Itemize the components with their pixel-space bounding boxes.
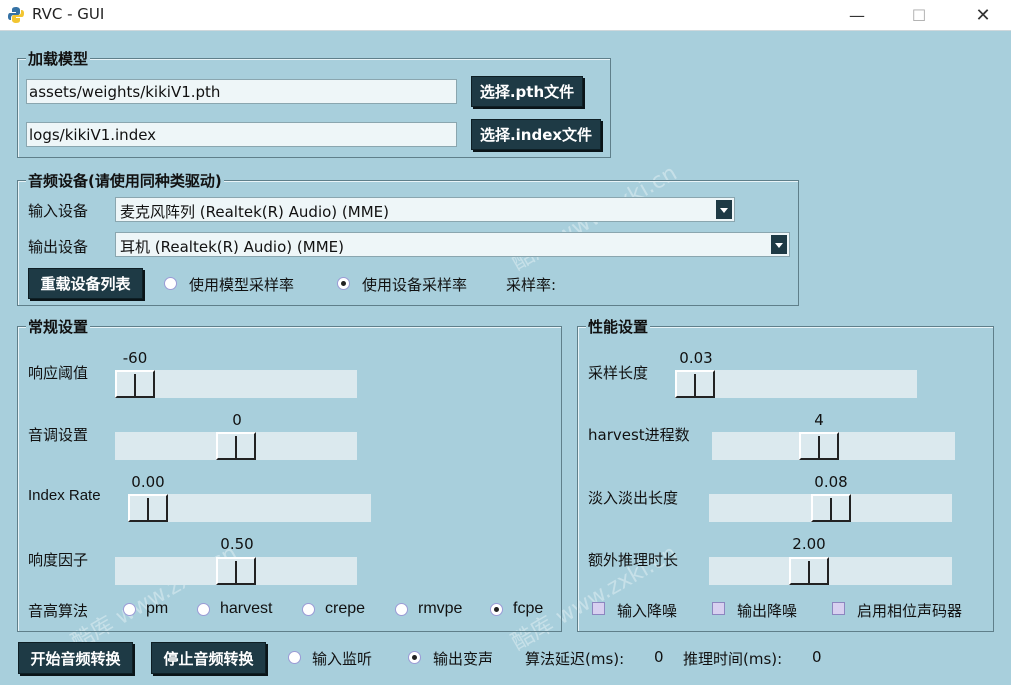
slider-handle[interactable] xyxy=(216,432,256,460)
performance-settings-legend: 性能设置 xyxy=(586,316,651,337)
block-time-value: 0.03 xyxy=(679,349,713,367)
slider-handle[interactable] xyxy=(216,557,256,585)
output-device-select[interactable]: 耳机 (Realtek(R) Audio) (MME) xyxy=(115,232,790,257)
chevron-down-icon[interactable] xyxy=(716,200,732,219)
block-time-slider[interactable] xyxy=(675,370,917,398)
index-path-input[interactable]: logs/kikiV1.index xyxy=(26,122,457,147)
use-model-sr-radio[interactable] xyxy=(164,277,177,290)
load-model-legend: 加载模型 xyxy=(26,48,91,69)
slider-handle[interactable] xyxy=(799,432,839,460)
pitch-value: 0 xyxy=(232,411,242,429)
crossfade-value: 0.08 xyxy=(814,473,848,491)
threshold-slider[interactable] xyxy=(115,370,357,398)
pitch-slider[interactable] xyxy=(115,432,357,460)
use-model-sr-label: 使用模型采样率 xyxy=(189,276,295,294)
infer-time-value: 0 xyxy=(812,648,822,666)
output-denoise-label: 输出降噪 xyxy=(737,602,798,620)
algo-harvest-radio[interactable] xyxy=(197,603,210,616)
title-bar: RVC - GUI — ☐ ✕ xyxy=(0,0,1011,31)
maximize-icon: ☐ xyxy=(911,5,927,25)
output-denoise-checkbox[interactable] xyxy=(712,602,725,615)
output-voice-radio[interactable] xyxy=(408,651,421,664)
extra-time-slider[interactable] xyxy=(709,557,952,585)
algo-rmvpe-radio[interactable] xyxy=(395,603,408,616)
pitch-label: 音调设置 xyxy=(28,426,89,444)
harvest-procs-slider[interactable] xyxy=(712,432,955,460)
index-rate-slider[interactable] xyxy=(128,494,371,522)
start-conversion-button[interactable]: 开始音频转换 xyxy=(18,642,133,674)
sample-rate-label: 采样率: xyxy=(506,276,557,294)
block-time-label: 采样长度 xyxy=(588,364,649,382)
phase-vocoder-checkbox[interactable] xyxy=(832,602,845,615)
output-device-label: 输出设备 xyxy=(28,238,89,256)
minimize-button[interactable]: — xyxy=(834,0,880,30)
algo-crepe-radio[interactable] xyxy=(302,603,315,616)
crossfade-label: 淡入淡出长度 xyxy=(588,489,679,507)
audio-device-legend: 音频设备(请使用同种类驱动) xyxy=(26,170,224,191)
slider-handle[interactable] xyxy=(115,370,155,398)
algo-pm-label: pm xyxy=(146,600,169,617)
slider-handle[interactable] xyxy=(675,370,715,398)
close-icon: ✕ xyxy=(975,4,991,26)
index-rate-value: 0.00 xyxy=(131,473,165,491)
algo-fcpe-label: fcpe xyxy=(513,600,544,617)
pth-path-input[interactable]: assets/weights/kikiV1.pth xyxy=(26,79,457,104)
chevron-down-icon[interactable] xyxy=(771,235,787,254)
algo-pm-radio[interactable] xyxy=(123,603,136,616)
phase-vocoder-label: 启用相位声码器 xyxy=(857,602,963,620)
pitch-algo-label: 音高算法 xyxy=(28,602,89,620)
close-button[interactable]: ✕ xyxy=(960,0,1006,30)
minimize-icon: — xyxy=(849,5,865,25)
window-title: RVC - GUI xyxy=(32,5,105,23)
harvest-procs-label: harvest进程数 xyxy=(588,426,690,444)
infer-time-label: 推理时间(ms): xyxy=(683,650,783,668)
input-monitor-label: 输入监听 xyxy=(312,650,373,668)
python-logo-icon xyxy=(8,7,24,23)
crossfade-slider[interactable] xyxy=(709,494,952,522)
slider-handle[interactable] xyxy=(128,494,168,522)
input-device-label: 输入设备 xyxy=(28,202,89,220)
threshold-value: -60 xyxy=(122,349,148,367)
reload-devices-button[interactable]: 重载设备列表 xyxy=(28,268,143,299)
threshold-label: 响应阈值 xyxy=(28,364,89,382)
input-monitor-radio[interactable] xyxy=(288,651,301,664)
general-settings-legend: 常规设置 xyxy=(26,316,91,337)
use-device-sr-radio[interactable] xyxy=(337,277,350,290)
algo-crepe-label: crepe xyxy=(325,600,366,617)
use-device-sr-label: 使用设备采样率 xyxy=(362,276,468,294)
delay-value: 0 xyxy=(654,648,664,666)
slider-handle[interactable] xyxy=(811,494,851,522)
input-device-value: 麦克风阵列 (Realtek(R) Audio) (MME) xyxy=(120,203,389,221)
algo-rmvpe-label: rmvpe xyxy=(418,600,463,617)
index-rate-label: Index Rate xyxy=(28,487,101,504)
input-device-select[interactable]: 麦克风阵列 (Realtek(R) Audio) (MME) xyxy=(115,197,735,222)
algo-harvest-label: harvest xyxy=(220,600,273,617)
rms-label: 响度因子 xyxy=(28,551,89,569)
maximize-button[interactable]: ☐ xyxy=(896,0,942,30)
rms-slider[interactable] xyxy=(115,557,357,585)
stop-conversion-button[interactable]: 停止音频转换 xyxy=(151,642,266,674)
input-denoise-checkbox[interactable] xyxy=(592,602,605,615)
algo-fcpe-radio[interactable] xyxy=(490,603,503,616)
delay-label: 算法延迟(ms): xyxy=(525,650,625,668)
slider-handle[interactable] xyxy=(789,557,829,585)
select-pth-button[interactable]: 选择.pth文件 xyxy=(471,76,583,107)
input-denoise-label: 输入降噪 xyxy=(617,602,678,620)
output-device-value: 耳机 (Realtek(R) Audio) (MME) xyxy=(120,238,344,256)
extra-time-label: 额外推理时长 xyxy=(588,551,679,569)
harvest-procs-value: 4 xyxy=(814,411,824,429)
select-index-button[interactable]: 选择.index文件 xyxy=(471,119,601,150)
output-voice-label: 输出变声 xyxy=(433,650,494,668)
rms-value: 0.50 xyxy=(220,535,254,553)
extra-time-value: 2.00 xyxy=(792,535,826,553)
